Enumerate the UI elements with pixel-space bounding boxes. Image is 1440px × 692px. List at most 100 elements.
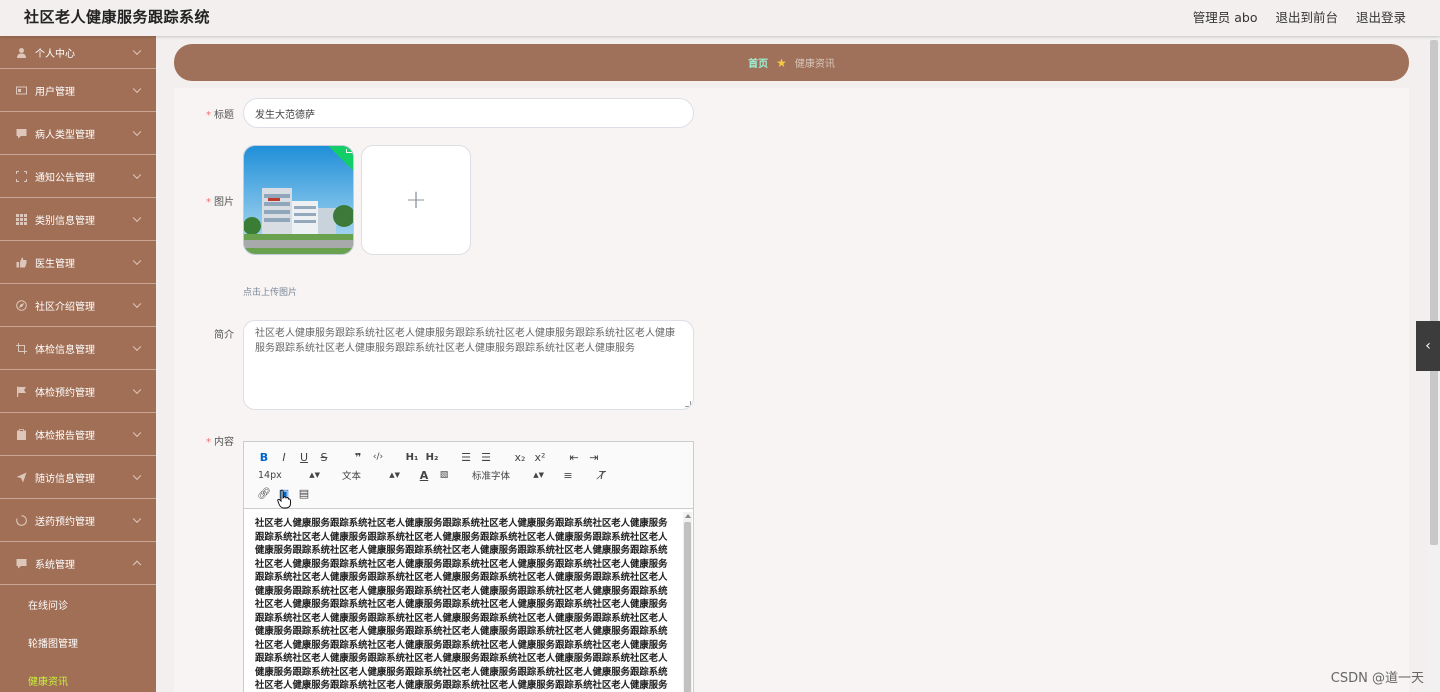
side-panel-toggle[interactable]: ‹	[1416, 321, 1440, 371]
sidebar-item-label: 体检报告管理	[35, 430, 95, 442]
strikethrough-icon[interactable]: S	[314, 451, 334, 464]
editor-scrollbar[interactable]	[683, 512, 692, 692]
add-image-button[interactable]: +	[361, 145, 471, 255]
plus-icon: +	[405, 185, 427, 215]
sidebar-item-label: 体检信息管理	[35, 344, 95, 356]
breadcrumb-home[interactable]: 首页	[748, 55, 768, 70]
superscript-icon[interactable]: x²	[530, 451, 550, 464]
text-color-icon[interactable]: A	[414, 469, 434, 482]
indent-icon[interactable]: ⇥	[584, 451, 604, 464]
sidebar-item-label: 通知公告管理	[35, 172, 95, 184]
chevron-down-icon	[132, 514, 142, 524]
chevron-down-icon	[132, 342, 142, 352]
scroll-up-icon[interactable]	[685, 514, 691, 518]
heading2-icon[interactable]: H₂	[422, 452, 442, 463]
star-icon: ★	[776, 55, 787, 70]
thumb-up-icon	[16, 257, 27, 268]
sidebar-item-label: 医生管理	[35, 258, 75, 270]
chevron-up-icon	[132, 560, 142, 570]
underline-icon[interactable]: U	[294, 451, 314, 464]
upload-tip: 点击上传图片	[243, 288, 298, 298]
sidebar-item-category[interactable]: 类别信息管理	[0, 198, 156, 241]
outdent-icon[interactable]: ⇤	[564, 451, 584, 464]
chevron-down-icon	[132, 256, 142, 266]
bullet-list-icon[interactable]: ☰	[476, 451, 496, 464]
sidebar-subitem-online-consult[interactable]: 在线问诊	[0, 585, 156, 623]
sidebar-item-label: 个人中心	[35, 48, 75, 60]
top-right-links: 管理员 abo 退出到前台 退出登录	[1193, 7, 1406, 26]
id-card-icon	[16, 85, 27, 96]
paragraph-select[interactable]: 文本 ▲▼	[334, 468, 400, 482]
sidebar-item-label: 送药预约管理	[35, 516, 95, 528]
breadcrumb: 首页 ★ 健康资讯	[174, 44, 1409, 81]
chevron-down-icon	[132, 127, 142, 137]
sidebar-item-personal-center[interactable]: 个人中心	[0, 36, 156, 69]
editor-toolbar: B I U S ❞ ‹/› H₁ H₂ ☰ ☰ x₂ x² ⇤ ⇥ 14px ▲▼…	[244, 442, 693, 509]
chat-icon	[16, 128, 27, 139]
logout-link[interactable]: 退出登录	[1356, 7, 1406, 26]
font-family-select[interactable]: 标准字体 ▲▼	[468, 468, 544, 482]
subscript-icon[interactable]: x₂	[510, 451, 530, 464]
current-user: 管理员 abo	[1192, 10, 1258, 25]
align-left-icon[interactable]: ≡	[558, 469, 578, 482]
uploaded-image-thumbnail[interactable]	[243, 145, 354, 255]
sidebar-subitem-carousel[interactable]: 轮播图管理	[0, 623, 156, 661]
sidebar-item-label: 随访信息管理	[35, 473, 95, 485]
editor-scrollbar-thumb[interactable]	[684, 522, 691, 692]
sidebar-item-patient-type[interactable]: 病人类型管理	[0, 112, 156, 155]
code-block-icon[interactable]: ‹/›	[368, 452, 388, 462]
chevron-down-icon	[132, 299, 142, 309]
sidebar-item-doctor[interactable]: 医生管理	[0, 241, 156, 284]
sidebar-item-notice[interactable]: 通知公告管理	[0, 155, 156, 198]
chat-icon	[16, 558, 27, 569]
sidebar-item-checkup-report[interactable]: 体检报告管理	[0, 413, 156, 456]
sidebar-item-label: 系统管理	[35, 559, 75, 571]
bold-icon[interactable]: B	[254, 451, 274, 464]
sidebar-item-label: 社区介绍管理	[35, 301, 95, 313]
sidebar-item-medicine-booking[interactable]: 送药预约管理	[0, 499, 156, 542]
chevron-down-icon	[132, 471, 142, 481]
breadcrumb-current: 健康资讯	[794, 59, 835, 70]
sidebar-item-community-intro[interactable]: 社区介绍管理	[0, 284, 156, 327]
title-input[interactable]	[243, 98, 694, 128]
background-color-icon[interactable]: ▧	[434, 470, 454, 480]
sidebar-item-label: 体检预约管理	[35, 387, 95, 399]
compass-icon	[16, 299, 27, 311]
sidebar-item-system[interactable]: 系统管理	[0, 542, 156, 585]
clear-format-icon[interactable]: T̸	[592, 469, 612, 482]
page-scrollbar-thumb[interactable]	[1430, 40, 1438, 545]
font-size-select[interactable]: 14px ▲▼	[254, 470, 320, 481]
sidebar-item-checkup-info[interactable]: 体检信息管理	[0, 327, 156, 370]
sidebar-item-followup[interactable]: 随访信息管理	[0, 456, 156, 499]
chevron-left-icon: ‹	[1425, 338, 1431, 354]
italic-icon[interactable]: I	[274, 451, 294, 464]
editor-content[interactable]: 社区老人健康服务跟踪系统社区老人健康服务跟踪系统社区老人健康服务跟踪系统社区老人…	[244, 509, 693, 692]
crop-icon	[16, 342, 27, 354]
loading-icon	[16, 514, 27, 526]
hand-cursor-icon	[277, 489, 291, 509]
sidebar-item-label: 用户管理	[35, 86, 75, 98]
grid-icon	[16, 213, 27, 225]
sidebar-item-label: 病人类型管理	[35, 129, 95, 141]
intro-textarea[interactable]: 社区老人健康服务跟踪系统社区老人健康服务跟踪系统社区老人健康服务跟踪系统社区老人…	[243, 320, 694, 410]
chevron-down-icon	[132, 46, 142, 56]
link-icon[interactable]: 🔗︎	[254, 487, 274, 500]
blockquote-icon[interactable]: ❞	[348, 451, 368, 464]
user-icon	[16, 47, 27, 58]
image-label: * 图片	[206, 197, 234, 208]
chevron-down-icon	[132, 84, 142, 94]
send-icon	[16, 472, 27, 483]
heading1-icon[interactable]: H₁	[402, 452, 422, 463]
ordered-list-icon[interactable]: ☰	[456, 451, 476, 464]
chevron-down-icon	[132, 213, 142, 223]
sidebar-item-checkup-booking[interactable]: 体检预约管理	[0, 370, 156, 413]
hospital-building-image	[244, 146, 353, 254]
top-bar: 社区老人健康服务跟踪系统 管理员 abo 退出到前台 退出登录	[0, 0, 1440, 36]
exit-to-front-link[interactable]: 退出到前台	[1275, 7, 1338, 26]
title-label: * 标题	[206, 110, 234, 121]
sidebar-subitem-health-news[interactable]: 健康资讯	[0, 661, 156, 692]
app-title: 社区老人健康服务跟踪系统	[24, 8, 211, 26]
video-insert-icon[interactable]: ▤	[294, 487, 314, 500]
sidebar-item-user-management[interactable]: 用户管理	[0, 69, 156, 112]
resize-handle[interactable]	[685, 401, 691, 407]
